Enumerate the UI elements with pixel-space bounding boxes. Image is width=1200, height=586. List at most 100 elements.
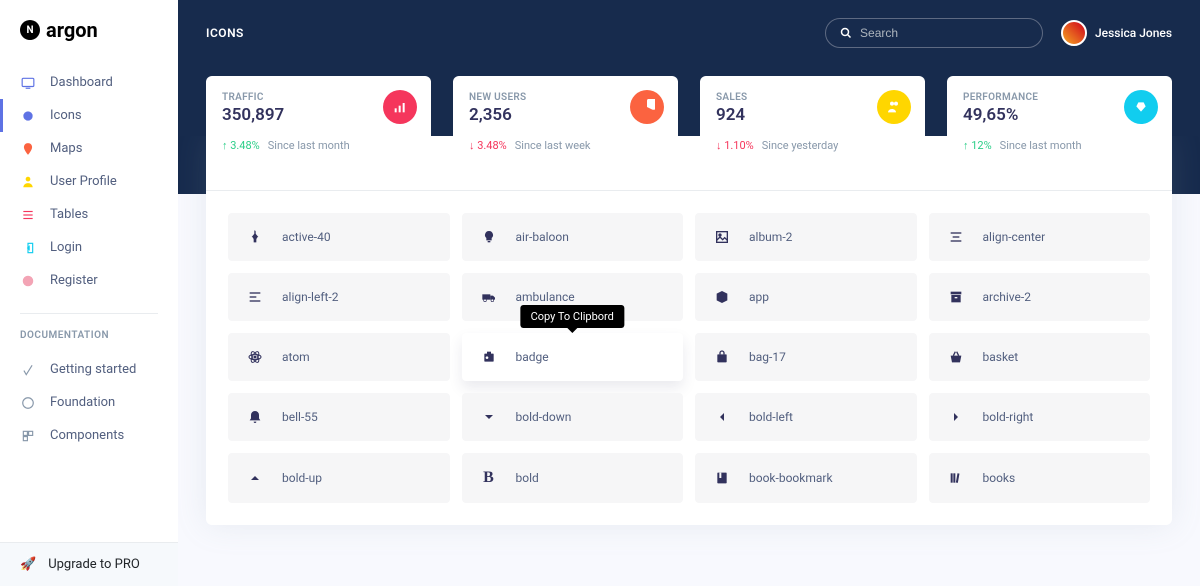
align-left-icon — [246, 289, 264, 305]
stat-icon — [630, 90, 664, 124]
icon-name: align-left-2 — [282, 290, 338, 304]
sidebar-item-login[interactable]: Login — [0, 231, 178, 264]
image-icon — [713, 229, 731, 245]
user-name: Jessica Jones — [1095, 26, 1172, 40]
icon-name: atom — [282, 350, 310, 364]
doc-icon — [20, 396, 36, 410]
icon-name: bold-left — [749, 410, 793, 424]
icon-name: album-2 — [749, 230, 792, 244]
brand-logo[interactable]: N argon — [0, 0, 178, 60]
main: ICONS Jessica Jones TRAFFIC 350,897 ↑ 3.… — [178, 0, 1200, 586]
icon-cell-bell-55[interactable]: bell-55 — [228, 393, 450, 441]
upgrade-button[interactable]: 🚀 Upgrade to PRO — [0, 542, 178, 586]
stat-period: Since last month — [268, 139, 350, 152]
doc-label: Components — [50, 428, 124, 443]
icon-cell-align-center[interactable]: align-center — [929, 213, 1151, 261]
doc-item-components[interactable]: Components — [0, 419, 178, 452]
copy-tooltip: Copy To Clipbord — [521, 305, 624, 328]
icon-cell-app[interactable]: app — [695, 273, 917, 321]
icon-name: books — [983, 471, 1016, 485]
icon-cell-align-left-2[interactable]: align-left-2 — [228, 273, 450, 321]
cube-icon — [713, 289, 731, 305]
doc-item-getting-started[interactable]: Getting started — [0, 353, 178, 386]
icon-name: bold — [516, 471, 539, 485]
badge-icon — [480, 349, 498, 365]
doc-label: Getting started — [50, 362, 136, 377]
stat-period: Since yesterday — [762, 139, 839, 152]
icon-cell-book-bookmark[interactable]: book-bookmark — [695, 453, 917, 503]
icon-name: bold-down — [516, 410, 572, 424]
nav-label: User Profile — [50, 174, 117, 189]
icon-cell-bold-up[interactable]: bold-up — [228, 453, 450, 503]
bulb-icon — [480, 229, 498, 245]
icon-cell-archive-2[interactable]: archive-2 — [929, 273, 1151, 321]
icon-cell-atom[interactable]: atom — [228, 333, 450, 381]
sidebar-item-dashboard[interactable]: Dashboard — [0, 66, 178, 99]
sidebar-item-icons[interactable]: Icons — [0, 99, 178, 132]
nav-label: Register — [50, 273, 98, 288]
user-menu[interactable]: Jessica Jones — [1061, 20, 1172, 46]
icon-cell-air-baloon[interactable]: air-baloon — [462, 213, 684, 261]
nav-main: Dashboard Icons Maps User Profile Tables Logi… — [0, 60, 178, 303]
nav-label: Tables — [50, 207, 88, 222]
chev-down-icon — [480, 409, 498, 425]
chev-up-icon — [246, 470, 264, 486]
icon-cell-bag-17[interactable]: bag-17 — [695, 333, 917, 381]
nav-icon — [20, 274, 36, 288]
upgrade-label: Upgrade to PRO — [48, 557, 140, 572]
icon-name: ambulance — [516, 290, 575, 304]
icon-cell-album-2[interactable]: album-2 — [695, 213, 917, 261]
stat-period: Since last week — [515, 139, 591, 152]
sidebar-item-maps[interactable]: Maps — [0, 132, 178, 165]
sidebar-item-tables[interactable]: Tables — [0, 198, 178, 231]
stat-period: Since last month — [1000, 139, 1082, 152]
doc-heading: DOCUMENTATION — [0, 324, 178, 347]
icon-name: bold-right — [983, 410, 1034, 424]
icon-name: badge — [516, 350, 549, 364]
icon-cell-bold[interactable]: Bbold — [462, 453, 684, 503]
search-input[interactable] — [825, 18, 1043, 48]
chev-left-icon — [713, 409, 731, 425]
stat-icon — [1124, 90, 1158, 124]
bell-icon — [246, 409, 264, 425]
nav-icon — [20, 175, 36, 189]
doc-label: Foundation — [50, 395, 115, 410]
page-title: ICONS — [206, 26, 244, 40]
book-icon — [713, 470, 731, 486]
icon-cell-badge[interactable]: Copy To Clipbordbadge — [462, 333, 684, 381]
nav-label: Maps — [50, 141, 82, 156]
stat-performance: PERFORMANCE 49,65% ↑ 12%Since last month — [947, 76, 1172, 168]
stat-delta: ↓ 1.10% — [716, 139, 754, 152]
sidebar-item-user-profile[interactable]: User Profile — [0, 165, 178, 198]
icon-cell-books[interactable]: books — [929, 453, 1151, 503]
content: Icons active-40air-baloonalbum-2align-ce… — [178, 136, 1200, 586]
nav-icon — [20, 241, 36, 255]
icon-cell-basket[interactable]: basket — [929, 333, 1151, 381]
stat-delta: ↑ 12% — [963, 139, 992, 152]
doc-icon — [20, 363, 36, 377]
nav-label: Dashboard — [50, 75, 113, 90]
nav-icon — [20, 109, 36, 123]
icon-name: book-bookmark — [749, 471, 833, 485]
stat-icon — [877, 90, 911, 124]
icon-cell-bold-left[interactable]: bold-left — [695, 393, 917, 441]
doc-item-foundation[interactable]: Foundation — [0, 386, 178, 419]
icon-name: app — [749, 290, 769, 304]
icon-name: bold-up — [282, 471, 322, 485]
nav-docs: Getting started Foundation Components — [0, 347, 178, 458]
stat-delta: ↑ 3.48% — [222, 139, 260, 152]
icon-cell-bold-down[interactable]: bold-down — [462, 393, 684, 441]
stat-sales: SALES 924 ↓ 1.10%Since yesterday — [700, 76, 925, 168]
icon-name: air-baloon — [516, 230, 569, 244]
icon-cell-active-40[interactable]: active-40 — [228, 213, 450, 261]
sidebar-item-register[interactable]: Register — [0, 264, 178, 297]
sidebar: N argon Dashboard Icons Maps User Profile Ta… — [0, 0, 178, 586]
brand-name: argon — [46, 18, 98, 42]
stat-icon — [383, 90, 417, 124]
search-field[interactable] — [860, 26, 1028, 40]
nav-icon — [20, 76, 36, 90]
icon-cell-bold-right[interactable]: bold-right — [929, 393, 1151, 441]
pointer-icon — [246, 229, 264, 245]
nav-divider — [20, 313, 158, 314]
stat-delta: ↓ 3.48% — [469, 139, 507, 152]
